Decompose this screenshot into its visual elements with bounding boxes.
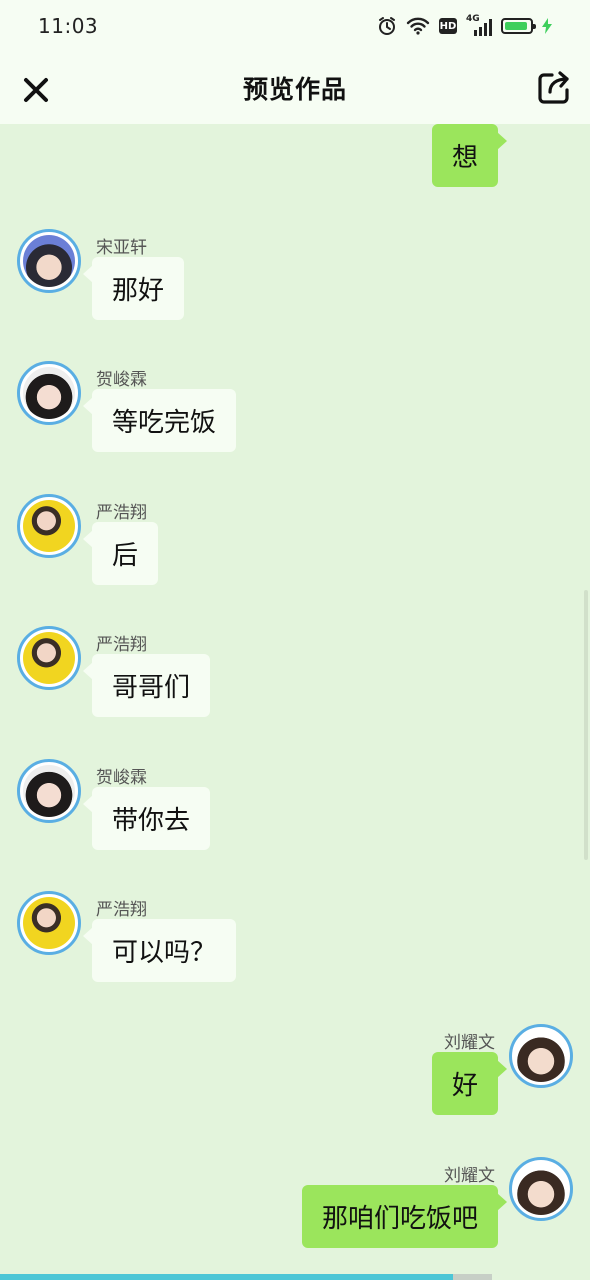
signal-4g-icon: 4G <box>466 14 492 36</box>
message-bubble[interactable]: 那咱们吃饭吧 <box>301 1185 508 1248</box>
battery-icon <box>501 18 536 34</box>
avatar[interactable] <box>17 759 81 823</box>
status-time: 11:03 <box>38 14 99 38</box>
avatar[interactable] <box>17 361 81 425</box>
avatar[interactable] <box>509 1024 573 1088</box>
sender-name: 刘耀文 <box>444 1033 495 1053</box>
close-button[interactable] <box>22 76 50 104</box>
share-button[interactable] <box>536 70 572 106</box>
alarm-icon <box>377 16 397 36</box>
avatar[interactable] <box>17 626 81 690</box>
message-bubble[interactable]: 好 <box>431 1052 508 1115</box>
sender-name: 严浩翔 <box>96 503 147 523</box>
share-icon <box>538 71 569 104</box>
message-bubble[interactable]: 等吃完饭 <box>82 389 237 452</box>
message-bubble[interactable]: 后 <box>82 522 159 585</box>
message-bubble[interactable]: 那好 <box>82 257 185 320</box>
status-icons: HD 4G <box>377 14 552 36</box>
page-title: 预览作品 <box>242 75 347 104</box>
battery-level <box>505 22 527 30</box>
header: 预览作品 <box>0 52 590 124</box>
message-bubble[interactable]: 带你去 <box>82 787 211 850</box>
chat-list[interactable]: 想 宋亚轩 那好 贺峻霖 等吃完饭 严浩翔 后 严浩翔 哥哥们 贺峻霖 带你去 <box>0 124 590 1272</box>
charging-icon <box>542 18 552 34</box>
avatar[interactable] <box>17 891 81 955</box>
sender-name: 严浩翔 <box>96 900 147 920</box>
message-bubble[interactable]: 哥哥们 <box>82 654 211 717</box>
sender-name: 宋亚轩 <box>96 238 147 258</box>
close-icon <box>24 78 48 102</box>
sender-name: 贺峻霖 <box>96 370 147 390</box>
message-bubble[interactable]: 可以吗？ <box>82 919 237 982</box>
message-bubble[interactable]: 想 <box>431 124 508 187</box>
playback-progress-fill <box>0 1274 453 1280</box>
wifi-icon <box>406 17 430 35</box>
avatar[interactable] <box>17 494 81 558</box>
sender-name: 贺峻霖 <box>96 768 147 788</box>
playback-progress[interactable] <box>0 1274 492 1280</box>
sender-name: 严浩翔 <box>96 635 147 655</box>
hd-icon: HD <box>439 18 457 34</box>
status-bar: 11:03 HD 4G <box>0 0 590 52</box>
avatar[interactable] <box>17 229 81 293</box>
scrollbar[interactable] <box>584 590 588 860</box>
avatar[interactable] <box>509 1157 573 1221</box>
sender-name: 刘耀文 <box>444 1166 495 1186</box>
